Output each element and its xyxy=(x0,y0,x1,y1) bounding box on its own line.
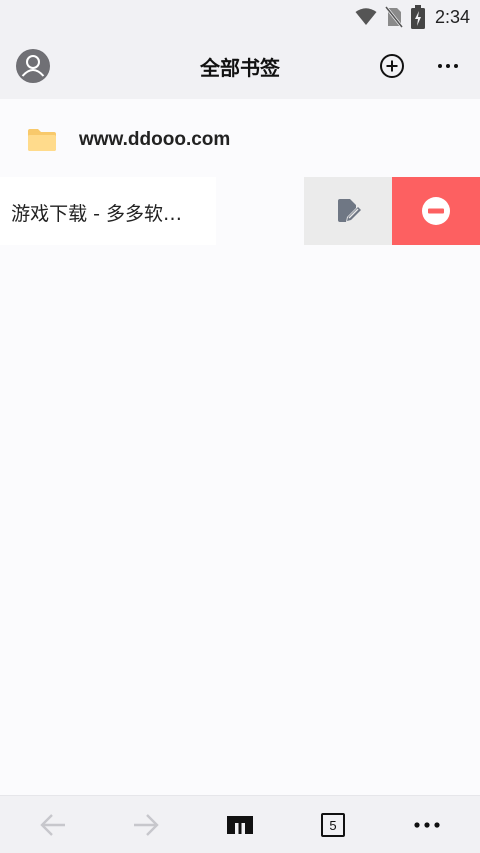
add-circle-icon xyxy=(380,54,404,78)
back-button[interactable] xyxy=(37,809,69,841)
bookmark-list: www.ddooo.com 游戏下载 - 多多软… xyxy=(0,99,480,795)
battery-charging-icon xyxy=(410,5,425,29)
tabs-icon: 5 xyxy=(321,813,345,837)
delete-icon xyxy=(422,197,450,225)
more-button[interactable] xyxy=(432,52,464,80)
folder-label: www.ddooo.com xyxy=(79,129,231,150)
forward-button[interactable] xyxy=(130,809,162,841)
header: 全部书签 xyxy=(0,33,480,99)
back-arrow-icon xyxy=(40,814,65,836)
forward-arrow-icon xyxy=(134,814,159,836)
menu-button[interactable] xyxy=(411,809,443,841)
bookmark-title: 游戏下载 - 多多软… xyxy=(11,203,182,225)
delete-bookmark-button[interactable] xyxy=(392,177,480,245)
folder-item[interactable]: www.ddooo.com xyxy=(0,99,480,177)
bookmark-item-content[interactable]: 游戏下载 - 多多软… xyxy=(0,177,216,245)
bottom-toolbar: 5 xyxy=(0,795,480,853)
no-sim-icon xyxy=(384,6,403,28)
wifi-icon xyxy=(355,8,377,25)
status-icons: 2:34 xyxy=(355,4,470,30)
tabs-button[interactable]: 5 xyxy=(317,809,349,841)
status-time: 2:34 xyxy=(434,6,470,27)
add-bookmark-button[interactable] xyxy=(378,52,406,80)
edit-icon xyxy=(338,199,361,222)
folder-icon xyxy=(28,129,56,151)
more-horizontal-icon xyxy=(438,64,458,68)
status-bar: 2:34 xyxy=(0,0,480,33)
tab-count: 5 xyxy=(329,817,337,833)
menu-icon xyxy=(414,822,440,828)
home-button[interactable] xyxy=(224,809,256,841)
bookmark-item[interactable]: 游戏下载 - 多多软… xyxy=(0,177,480,245)
home-icon xyxy=(227,816,253,834)
edit-bookmark-button[interactable] xyxy=(304,177,392,245)
page-title: 全部书签 xyxy=(200,56,280,80)
